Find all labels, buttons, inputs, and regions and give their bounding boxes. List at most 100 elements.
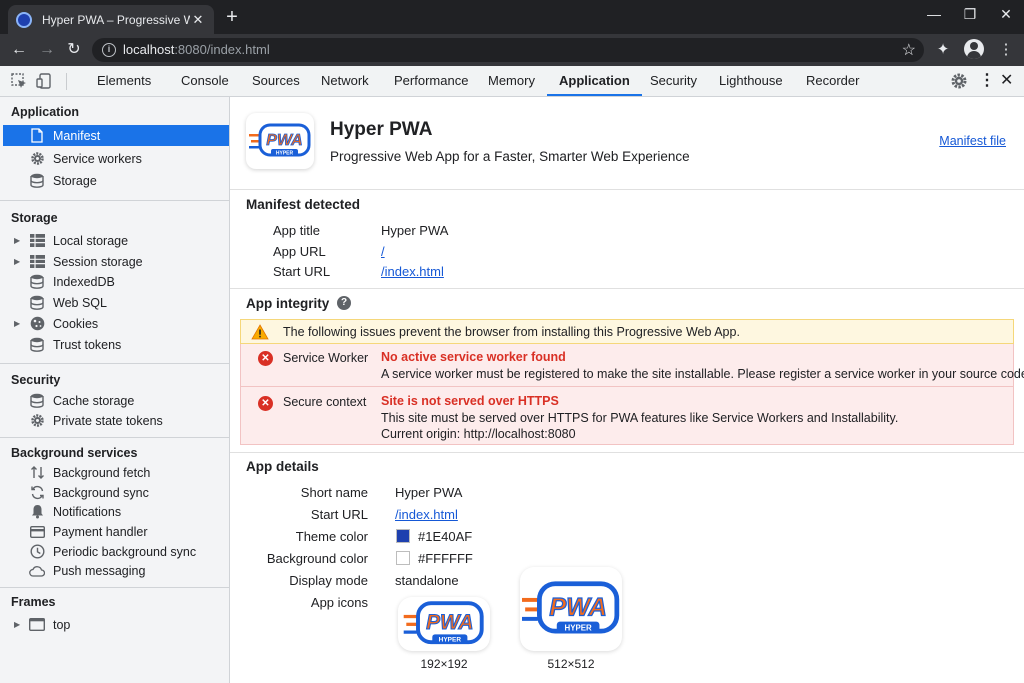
sidebar-item-cache-storage[interactable]: Cache storage bbox=[0, 390, 229, 411]
sidebar-item-web-sql[interactable]: Web SQL bbox=[0, 292, 229, 313]
browser-menu-icon[interactable]: ⋮ bbox=[995, 39, 1017, 61]
devtools-tabbar: Elements Console Sources Network Perform… bbox=[0, 66, 1024, 97]
theme-color-swatch bbox=[396, 529, 410, 543]
short-name-value: Hyper PWA bbox=[395, 485, 463, 500]
sidebar-section-application: Application bbox=[11, 105, 80, 119]
tab-security[interactable]: Security bbox=[650, 66, 697, 96]
minimize-icon[interactable]: — bbox=[924, 6, 944, 22]
cookie-icon bbox=[29, 316, 45, 332]
error-row-divider bbox=[241, 386, 1013, 387]
site-info-icon[interactable]: i bbox=[102, 43, 116, 57]
expand-arrow-icon[interactable]: ▶ bbox=[14, 319, 20, 328]
details-start-url-link[interactable]: /index.html bbox=[395, 507, 458, 522]
short-name-key: Short name bbox=[300, 485, 368, 500]
pwa-logo-icon: PWA HYPER bbox=[249, 123, 311, 157]
tab-application[interactable]: Application bbox=[547, 66, 642, 96]
sidebar-item-local-storage[interactable]: ▶ Local storage bbox=[0, 230, 229, 251]
logo-text: PWA bbox=[426, 611, 473, 634]
sync-icon bbox=[29, 485, 45, 501]
settings-gear-icon[interactable] bbox=[950, 72, 968, 90]
sidebar-item-trust-tokens[interactable]: Trust tokens bbox=[0, 334, 229, 355]
address-bar[interactable]: i localhost:8080/index.html ☆ bbox=[92, 38, 924, 62]
tab-performance[interactable]: Performance bbox=[394, 66, 468, 96]
manifest-file-link[interactable]: Manifest file bbox=[939, 134, 1006, 148]
expand-arrow-icon[interactable]: ▶ bbox=[14, 257, 20, 266]
sidebar-item-payment-handler[interactable]: Payment handler bbox=[0, 521, 229, 542]
browser-tab[interactable]: Hyper PWA – Progressive Web A ✕ bbox=[8, 5, 214, 34]
sidebar-item-background-fetch[interactable]: Background fetch bbox=[0, 462, 229, 483]
tab-title: Hyper PWA – Progressive Web A bbox=[42, 12, 190, 27]
document-icon bbox=[29, 128, 45, 144]
app-title-key: App title bbox=[273, 223, 320, 238]
device-toolbar-icon[interactable] bbox=[36, 72, 54, 90]
app-url-link[interactable]: / bbox=[381, 244, 385, 259]
sidebar-item-periodic-background-sync[interactable]: Periodic background sync bbox=[0, 541, 229, 562]
details-start-url-key: Start URL bbox=[310, 507, 368, 522]
tab-lighthouse[interactable]: Lighthouse bbox=[719, 66, 783, 96]
sidebar-item-storage[interactable]: Storage bbox=[0, 170, 229, 191]
sidebar-item-label: Service workers bbox=[53, 151, 142, 166]
app-integrity-heading: App integrity bbox=[246, 296, 330, 311]
sidebar-item-private-state-tokens[interactable]: Private state tokens bbox=[0, 410, 229, 431]
logo-subtext: HYPER bbox=[565, 623, 592, 632]
sidebar-divider bbox=[0, 200, 229, 201]
tab-console[interactable]: Console bbox=[181, 66, 229, 96]
tab-elements[interactable]: Elements bbox=[97, 66, 151, 96]
sidebar-item-indexeddb[interactable]: IndexedDB bbox=[0, 271, 229, 292]
database-icon bbox=[29, 393, 45, 409]
sidebar-item-service-workers[interactable]: Service workers bbox=[0, 148, 229, 169]
sidebar-item-label: top bbox=[53, 617, 71, 632]
url-text: localhost:8080/index.html bbox=[123, 42, 270, 57]
reload-icon[interactable]: ↻ bbox=[63, 39, 85, 61]
inspect-element-icon[interactable] bbox=[10, 72, 28, 90]
bell-icon bbox=[29, 504, 45, 520]
app-subtitle: Progressive Web App for a Faster, Smarte… bbox=[330, 149, 690, 164]
credit-card-icon bbox=[29, 524, 45, 540]
up-down-arrows-icon bbox=[29, 465, 45, 481]
sidebar-section-background-services: Background services bbox=[11, 446, 138, 460]
restore-icon[interactable]: ❐ bbox=[960, 6, 980, 23]
sidebar-item-manifest[interactable]: Manifest bbox=[3, 125, 229, 146]
tab-sources[interactable]: Sources bbox=[252, 66, 300, 96]
error-title-secure-context: Site is not served over HTTPS bbox=[381, 394, 559, 408]
close-devtools-icon[interactable]: ✕ bbox=[1000, 66, 1013, 96]
sidebar-item-frame-top[interactable]: ▶ top bbox=[0, 614, 229, 635]
sidebar-section-storage: Storage bbox=[11, 211, 58, 225]
back-icon[interactable]: ← bbox=[8, 39, 30, 61]
sidebar-item-label: Session storage bbox=[53, 254, 143, 269]
error-title-service-worker: No active service worker found bbox=[381, 350, 566, 364]
forward-icon[interactable]: → bbox=[36, 39, 58, 61]
sidebar-item-cookies[interactable]: ▶ Cookies bbox=[0, 313, 229, 334]
expand-arrow-icon[interactable]: ▶ bbox=[14, 620, 20, 629]
sidebar-item-label: Push messaging bbox=[53, 563, 146, 578]
error-label-secure-context: Secure context bbox=[283, 395, 367, 409]
start-url-link[interactable]: /index.html bbox=[381, 264, 444, 279]
warning-icon bbox=[251, 324, 269, 340]
tab-network[interactable]: Network bbox=[321, 66, 369, 96]
tab-recorder[interactable]: Recorder bbox=[806, 66, 859, 96]
help-icon[interactable]: ? bbox=[337, 296, 351, 310]
sidebar-item-label: Web SQL bbox=[53, 295, 107, 310]
tab-memory[interactable]: Memory bbox=[488, 66, 535, 96]
profile-avatar-icon[interactable] bbox=[964, 39, 984, 59]
sidebar-item-push-messaging[interactable]: Push messaging bbox=[0, 560, 229, 581]
devtools-menu-icon[interactable]: ⋮ bbox=[979, 66, 995, 96]
cloud-icon bbox=[29, 563, 45, 579]
gear-icon bbox=[29, 151, 45, 167]
bookmark-star-icon[interactable]: ☆ bbox=[902, 40, 916, 60]
display-mode-key: Display mode bbox=[289, 573, 368, 588]
sidebar-item-notifications[interactable]: Notifications bbox=[0, 501, 229, 522]
section-divider bbox=[230, 452, 1024, 453]
app-icons-key: App icons bbox=[310, 595, 368, 610]
new-tab-icon[interactable]: + bbox=[222, 6, 242, 28]
app-icon-192[interactable]: PWA HYPER bbox=[398, 597, 490, 651]
sidebar-item-background-sync[interactable]: Background sync bbox=[0, 482, 229, 503]
sidebar-item-session-storage[interactable]: ▶ Session storage bbox=[0, 251, 229, 272]
expand-arrow-icon[interactable]: ▶ bbox=[14, 236, 20, 245]
extensions-icon[interactable]: ✦ bbox=[932, 39, 954, 61]
app-icon-512[interactable]: PWA HYPER bbox=[520, 567, 622, 651]
browser-toolbar: ← → ↻ i localhost:8080/index.html ☆ ✦ ⋮ bbox=[0, 34, 1024, 66]
database-icon bbox=[29, 173, 45, 189]
close-tab-icon[interactable]: ✕ bbox=[190, 12, 206, 28]
close-window-icon[interactable]: ✕ bbox=[996, 6, 1016, 23]
